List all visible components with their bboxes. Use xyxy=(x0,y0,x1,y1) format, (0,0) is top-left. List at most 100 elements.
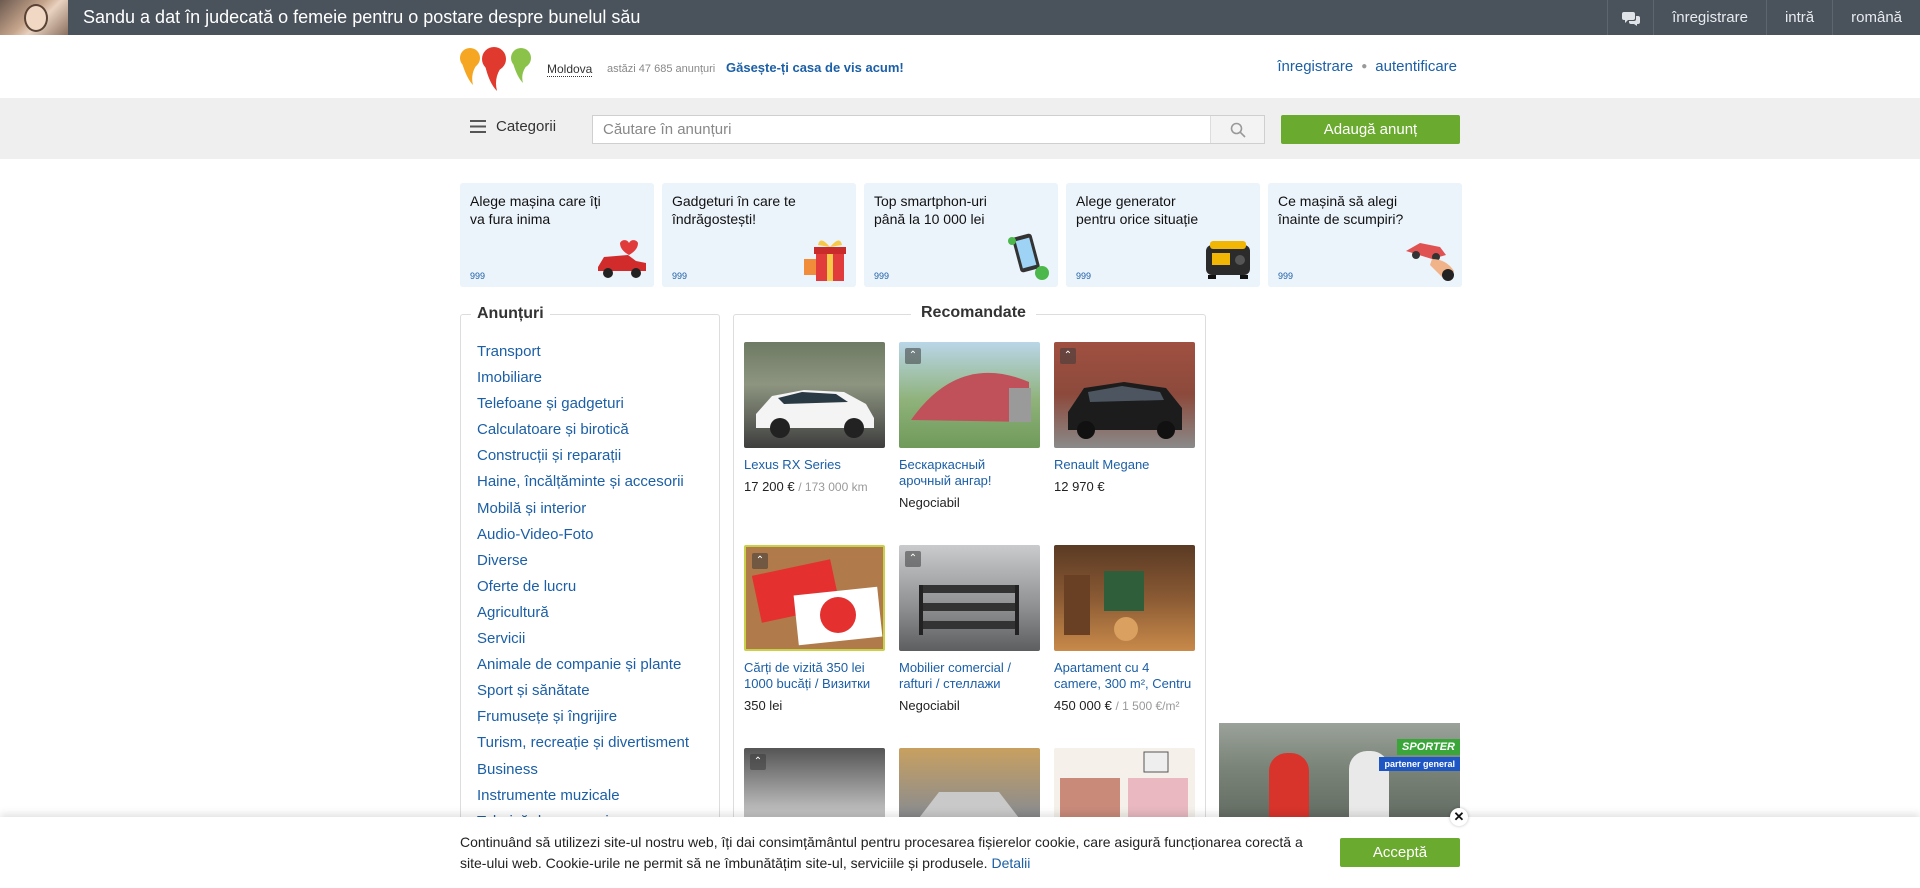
promo-card-gadgets[interactable]: Gadgeturi în care te îndrăgostești! 999 xyxy=(662,183,856,287)
search-icon xyxy=(1230,122,1246,138)
listing-photo[interactable] xyxy=(1054,545,1195,651)
close-icon[interactable]: ✕ xyxy=(1450,808,1468,826)
categories-list: Transport Imobiliare Telefoane și gadget… xyxy=(477,339,689,835)
boost-icon: ⌃ xyxy=(905,348,921,364)
promo-card-car-prices[interactable]: Ce mașină să alegi înainte de scumpiri? … xyxy=(1268,183,1462,287)
category-construction[interactable]: Construcții și reparații xyxy=(477,443,689,469)
site-logo[interactable] xyxy=(459,45,533,91)
listing-photo[interactable]: ⌃ xyxy=(744,545,885,651)
listing-title[interactable]: Cărți de vizită 350 lei 1000 bucăți / Ви… xyxy=(744,660,885,692)
listing-price: 12 970 € xyxy=(1054,479,1105,494)
separator-dot: ● xyxy=(1361,61,1368,72)
promo-card-title: Alege mașina care îți va fura inima xyxy=(470,193,601,227)
category-furniture[interactable]: Mobilă și interior xyxy=(477,496,689,522)
category-clothing[interactable]: Haine, încălțăminte și accesorii xyxy=(477,469,689,495)
top-login-link[interactable]: intră xyxy=(1765,0,1832,35)
cookie-consent-bar: Continuând să utilizezi site-ul nostru w… xyxy=(0,817,1920,888)
listing-title[interactable]: Apartament cu 4 camere, 300 m², Centru xyxy=(1054,660,1195,692)
listing-title[interactable]: Renault Megane xyxy=(1054,457,1195,473)
listing-price: Negociabil xyxy=(899,495,960,510)
news-thumbnail[interactable] xyxy=(0,0,68,35)
listing-card[interactable]: ⌃ Бескаркасный арочный ангар! Самонесущи… xyxy=(899,342,1040,510)
boost-icon: ⌃ xyxy=(1060,348,1076,364)
listing-price: Negociabil xyxy=(899,698,960,713)
top-register-link[interactable]: înregistrare xyxy=(1653,0,1766,35)
category-computers[interactable]: Calculatoare și birotică xyxy=(477,417,689,443)
listing-price: 450 000 € / 1 500 €/m² xyxy=(1054,698,1180,713)
promo-card-cars[interactable]: Alege mașina care îți va fura inima 999 xyxy=(460,183,654,287)
ad-partner-tag: partener general xyxy=(1379,757,1460,771)
promo-card-title: Gadgeturi în care te îndrăgostești! xyxy=(672,193,796,227)
ad-brand-tag: SPORTER xyxy=(1397,739,1460,755)
listing-card[interactable]: ⌃ Renault Megane 12 970 € xyxy=(1054,342,1195,494)
listing-price: 17 200 € / 173 000 km xyxy=(744,479,868,494)
listing-title[interactable]: Mobilier comercial / rafturi / стеллажи xyxy=(899,660,1040,692)
cookie-accept-button[interactable]: Acceptă xyxy=(1340,838,1460,867)
categories-heading: Anunțuri xyxy=(471,305,550,323)
promo-card-title: Ce mașină să alegi înainte de scumpiri? xyxy=(1278,193,1404,227)
search-button[interactable] xyxy=(1210,116,1264,143)
category-music[interactable]: Instrumente muzicale xyxy=(477,783,689,809)
listing-title[interactable]: Lexus RX Series xyxy=(744,457,885,473)
hand-car-icon xyxy=(1406,243,1454,281)
category-agriculture[interactable]: Agricultură xyxy=(477,600,689,626)
menu-icon xyxy=(470,120,486,133)
category-beauty[interactable]: Frumusețe și îngrijire xyxy=(477,704,689,730)
category-phones[interactable]: Telefoane și gadgeturi xyxy=(477,391,689,417)
listing-photo[interactable] xyxy=(744,342,885,448)
category-audio-video[interactable]: Audio-Video-Foto xyxy=(477,522,689,548)
category-business[interactable]: Business xyxy=(477,757,689,783)
listing-photo[interactable]: ⌃ xyxy=(899,545,1040,651)
search-box xyxy=(592,115,1265,144)
chat-icon[interactable] xyxy=(1607,0,1653,35)
top-nav: înregistrare intră română xyxy=(1607,0,1920,35)
promo-card-brand: 999 xyxy=(672,271,688,281)
boost-icon: ⌃ xyxy=(905,551,921,567)
promo-card-title: Top smartphon-uri până la 10 000 lei xyxy=(874,193,987,227)
language-selector[interactable]: română xyxy=(1832,0,1920,35)
cookie-text: Continuând să utilizezi site-ul nostru w… xyxy=(460,834,1303,871)
category-misc[interactable]: Diverse xyxy=(477,548,689,574)
boost-icon: ⌃ xyxy=(750,754,766,770)
categories-label: Categorii xyxy=(496,118,557,135)
category-services[interactable]: Servicii xyxy=(477,626,689,652)
search-input[interactable] xyxy=(593,116,1203,143)
categories-button[interactable]: Categorii xyxy=(470,118,556,135)
news-headline[interactable]: Sandu a dat în judecată o femeie pentru … xyxy=(83,0,640,35)
category-tourism[interactable]: Turism, recreație și divertisment xyxy=(477,730,689,756)
promo-card-generator[interactable]: Alege generator pentru orice situație 99… xyxy=(1066,183,1260,287)
auth-links: înregistrare ● autentificare xyxy=(1277,58,1457,75)
promo-card-brand: 999 xyxy=(470,271,486,281)
smartphone-icon xyxy=(1008,233,1049,280)
add-ad-button[interactable]: Adaugă anunț xyxy=(1281,115,1460,144)
categories-panel: Anunțuri Transport Imobiliare Telefoane … xyxy=(460,305,720,874)
promo-card-smartphones[interactable]: Top smartphon-uri până la 10 000 lei 999 xyxy=(864,183,1058,287)
category-real-estate[interactable]: Imobiliare xyxy=(477,365,689,391)
promo-card-brand: 999 xyxy=(874,271,890,281)
red-car-icon xyxy=(598,240,646,278)
category-transport[interactable]: Transport xyxy=(477,339,689,365)
cookie-details-link[interactable]: Detalii xyxy=(991,855,1030,871)
listing-card[interactable]: Apartament cu 4 camere, 300 m², Centru 4… xyxy=(1054,545,1195,713)
listing-photo[interactable]: ⌃ xyxy=(1054,342,1195,448)
region-selector[interactable]: Moldova xyxy=(547,62,593,77)
promo-link[interactable]: Găsește-ți casa de vis acum! xyxy=(726,60,904,75)
category-pets[interactable]: Animale de companie și plante xyxy=(477,652,689,678)
generator-icon xyxy=(1206,241,1250,279)
gift-icon xyxy=(804,240,846,281)
listing-price: 350 lei xyxy=(744,698,783,713)
listing-card[interactable]: ⌃ Cărți de vizită 350 lei 1000 bucăți / … xyxy=(744,545,885,713)
promo-cards: Alege mașina care îți va fura inima 999 … xyxy=(460,183,1462,287)
listing-card[interactable]: ⌃ Mobilier comercial / rafturi / стеллаж… xyxy=(899,545,1040,713)
register-link[interactable]: înregistrare xyxy=(1277,58,1353,75)
promo-card-brand: 999 xyxy=(1278,271,1294,281)
login-link[interactable]: autentificare xyxy=(1375,58,1457,75)
category-jobs[interactable]: Oferte de lucru xyxy=(477,574,689,600)
promo-card-brand: 999 xyxy=(1076,271,1092,281)
category-sport[interactable]: Sport și sănătate xyxy=(477,678,689,704)
listing-title[interactable]: Бескаркасный арочный ангар! Самонесущий xyxy=(899,457,1040,489)
listing-card[interactable]: Lexus RX Series 17 200 € / 173 000 km xyxy=(744,342,885,494)
listing-photo[interactable]: ⌃ xyxy=(899,342,1040,448)
news-bar: Sandu a dat în judecată o femeie pentru … xyxy=(0,0,1920,35)
boost-icon: ⌃ xyxy=(752,553,768,569)
